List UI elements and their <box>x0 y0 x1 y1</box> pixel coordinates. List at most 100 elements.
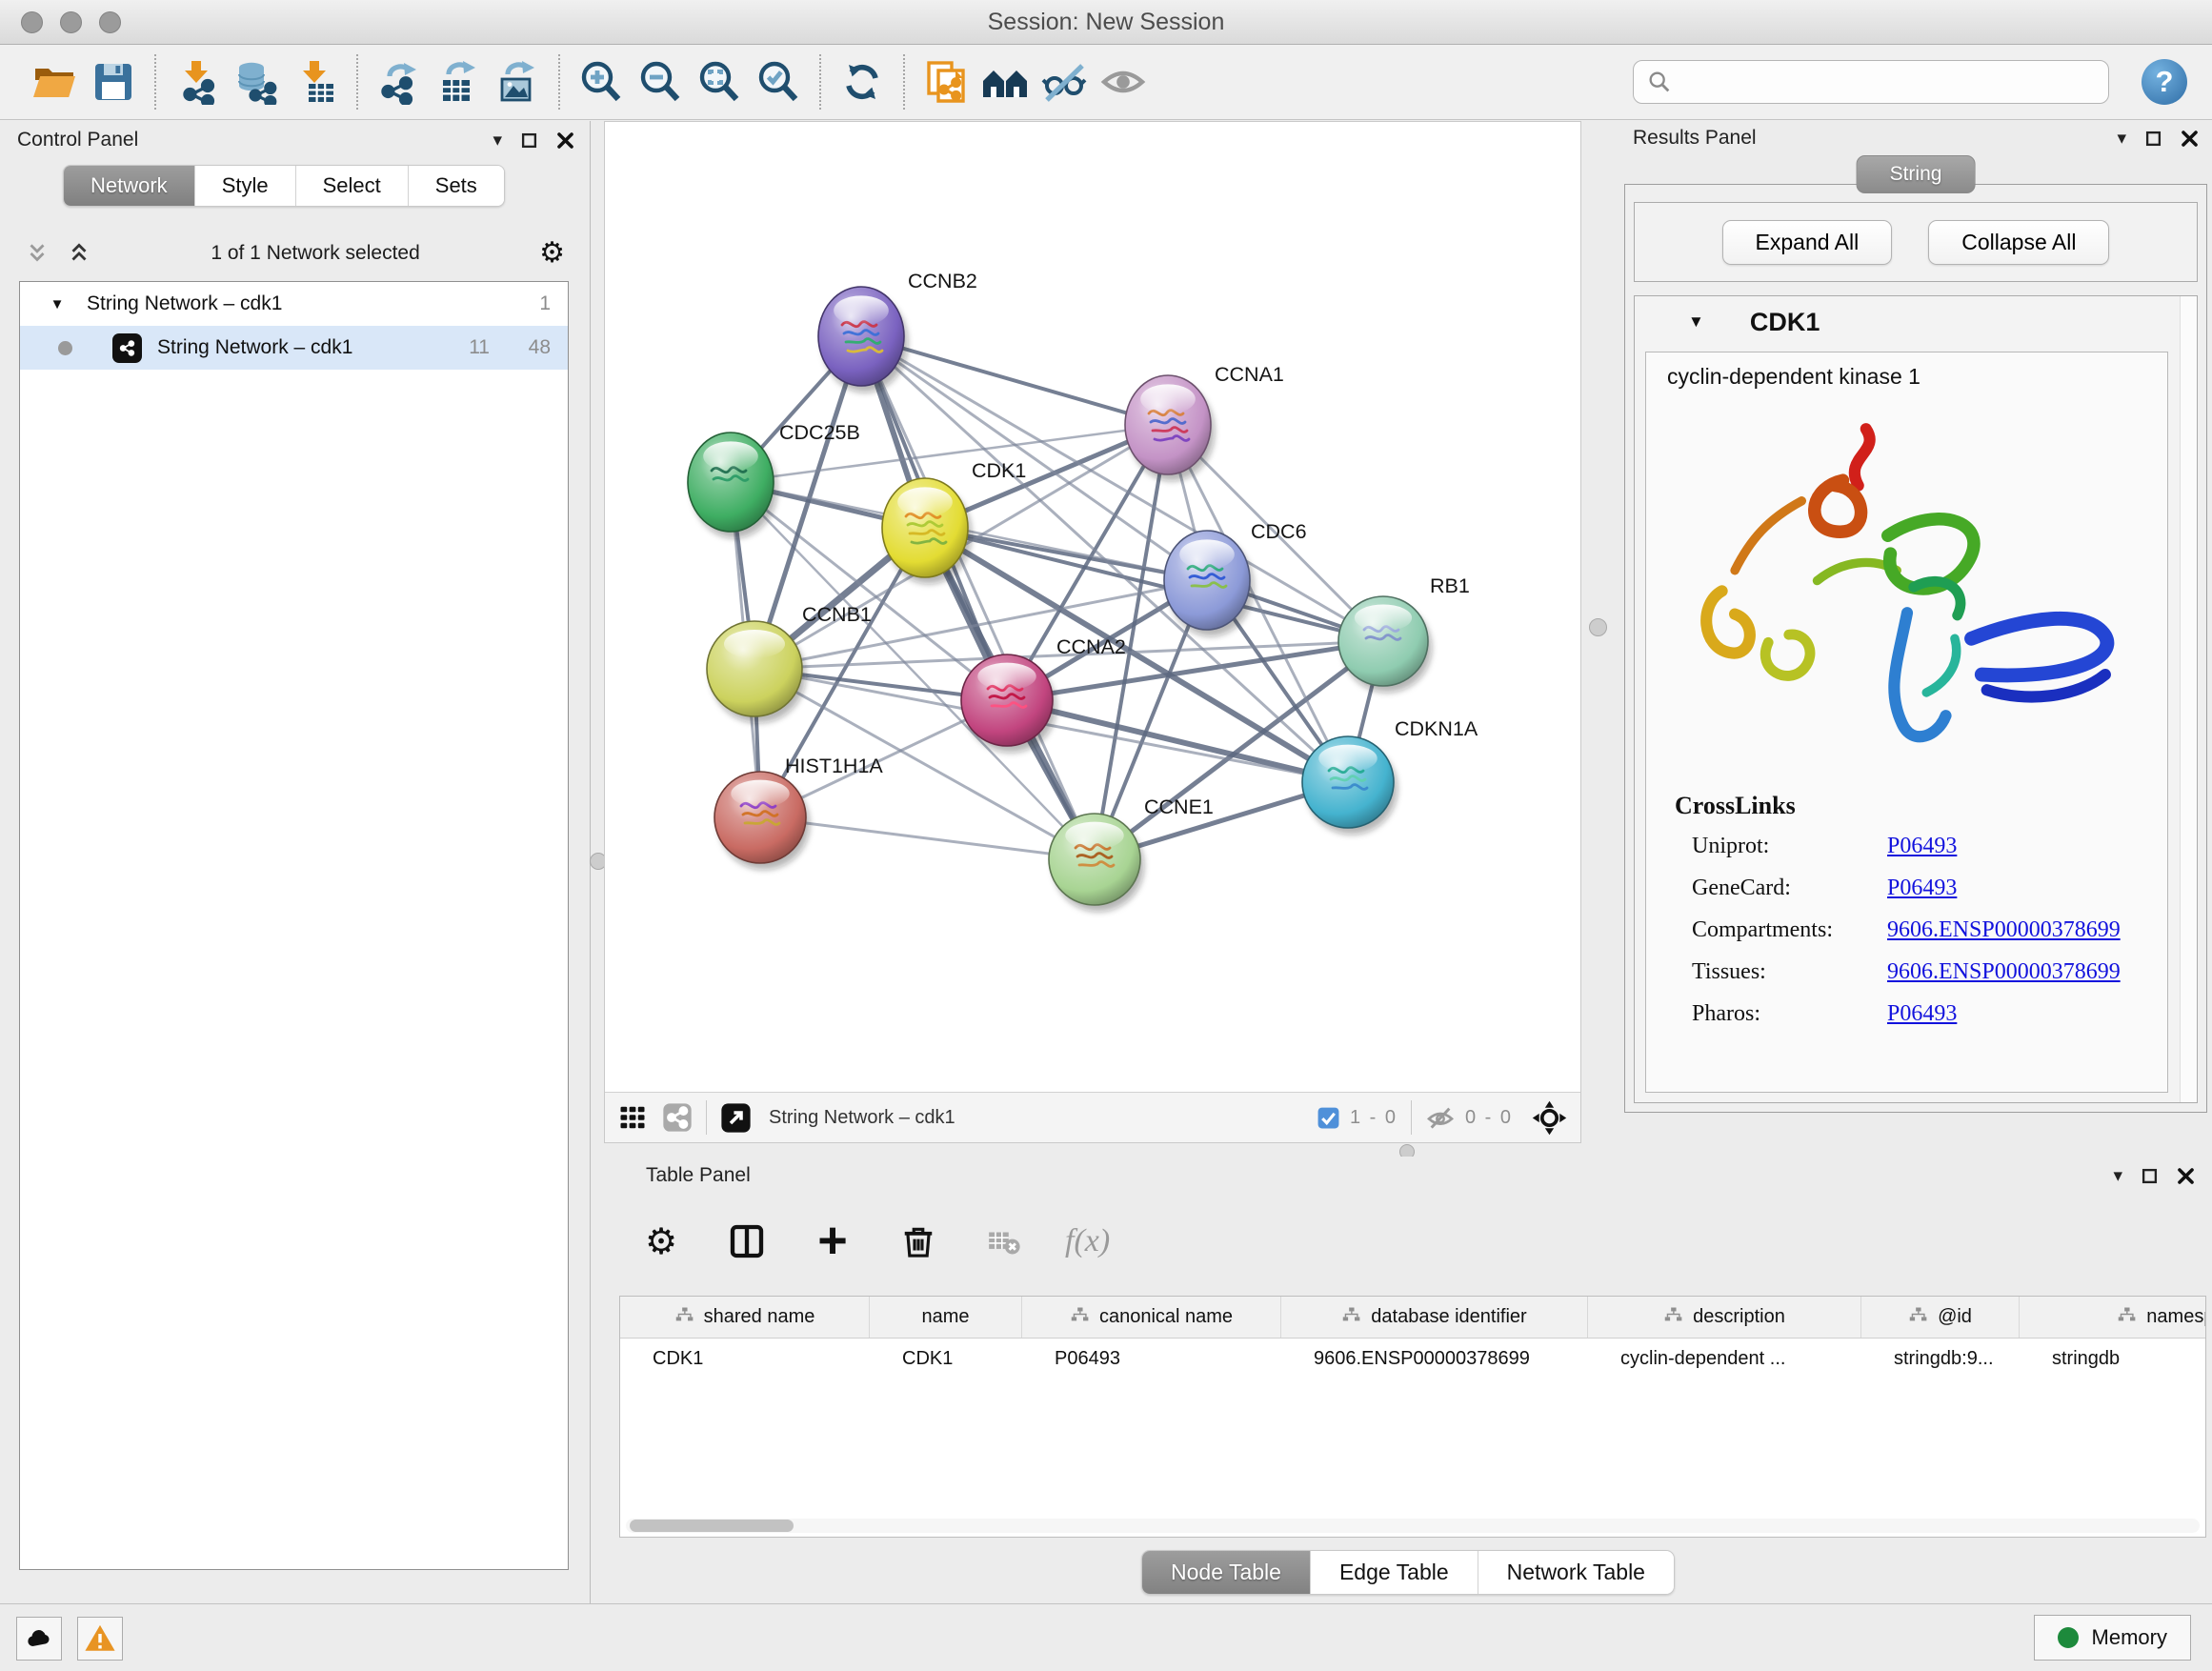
save-session-button[interactable] <box>84 52 143 111</box>
minimize-window-button[interactable] <box>60 11 82 33</box>
detach-view-icon[interactable] <box>720 1102 752 1134</box>
hidden-node-edge-count: 0 - 0 <box>1465 1107 1513 1129</box>
tab-network[interactable]: Network <box>64 166 195 206</box>
control-panel: Control Panel ▾ Network Style Select Set… <box>0 121 591 1604</box>
memory-ok-dot-icon <box>2058 1627 2079 1648</box>
panel-float-icon[interactable] <box>2142 1168 2158 1184</box>
crosslink-link[interactable]: 9606.ENSP00000378699 <box>1887 959 2167 985</box>
string-network-graph[interactable]: CCNB2CCNA1CDC25BCDK1CDC6RB1CCNB1CCNA2CDK… <box>605 122 1580 1093</box>
column-header-name[interactable]: name <box>870 1297 1022 1338</box>
collapse-all-chevrons-icon[interactable] <box>25 241 50 266</box>
zoom-in-button[interactable] <box>572 52 631 111</box>
tab-style[interactable]: Style <box>195 166 296 206</box>
table-row[interactable]: CDK1CDK1P064939606.ENSP00000378699cyclin… <box>620 1339 2205 1379</box>
show-columns-icon[interactable] <box>722 1217 772 1266</box>
network-row-selected[interactable]: String Network – cdk1 11 48 <box>20 326 568 370</box>
column-header-shared-name[interactable]: shared name <box>620 1297 870 1338</box>
tab-network-table[interactable]: Network Table <box>1478 1551 1674 1594</box>
string-documents-icon <box>923 59 969 105</box>
tree-expand-caret-icon[interactable]: ▼ <box>43 296 71 312</box>
table-settings-gear-icon[interactable]: ⚙ <box>636 1217 686 1266</box>
crosslink-link[interactable]: P06493 <box>1887 1001 2167 1027</box>
expand-all-chevrons-icon[interactable] <box>67 241 91 266</box>
hide-glasses-button[interactable] <box>1035 52 1094 111</box>
tab-edge-table[interactable]: Edge Table <box>1311 1551 1478 1594</box>
panel-close-icon[interactable] <box>2177 1167 2195 1185</box>
grid-view-icon[interactable] <box>618 1103 647 1132</box>
network-options-gear-icon[interactable]: ⚙ <box>539 239 565 268</box>
string-import-button[interactable] <box>916 52 975 111</box>
column-header-canonical-name[interactable]: canonical name <box>1022 1297 1281 1338</box>
node-table[interactable]: shared namenamecanonical namedatabase id… <box>619 1296 2206 1538</box>
tab-select[interactable]: Select <box>296 166 409 206</box>
zoom-selected-button[interactable] <box>749 52 808 111</box>
memory-button[interactable]: Memory <box>2034 1615 2191 1661</box>
close-window-button[interactable] <box>21 11 43 33</box>
export-image-button[interactable] <box>488 52 547 111</box>
string-home-button[interactable] <box>975 52 1035 111</box>
hidden-eye-slash-icon[interactable] <box>1425 1102 1456 1133</box>
crosslink-link[interactable]: P06493 <box>1887 834 2167 859</box>
crosslink-link[interactable]: P06493 <box>1887 876 2167 901</box>
table-cell[interactable]: CDK1 <box>870 1339 1022 1379</box>
svg-text:CDC6: CDC6 <box>1251 520 1307 543</box>
cloud-status-button[interactable] <box>16 1617 62 1661</box>
selected-checkbox-icon[interactable] <box>1317 1106 1340 1130</box>
network-canvas[interactable]: CCNB2CCNA1CDC25BCDK1CDC6RB1CCNB1CCNA2CDK… <box>604 121 1581 1143</box>
warnings-button[interactable] <box>77 1617 123 1661</box>
birdseye-crosshair-icon[interactable] <box>1532 1100 1567 1136</box>
zoom-fit-button[interactable] <box>690 52 749 111</box>
panel-collapse-icon[interactable]: ▾ <box>2113 1165 2122 1187</box>
open-session-button[interactable] <box>25 52 84 111</box>
table-cell[interactable]: CDK1 <box>620 1339 870 1379</box>
column-header-@id[interactable]: @id <box>1861 1297 2020 1338</box>
export-network-button[interactable] <box>370 52 429 111</box>
panel-close-icon[interactable] <box>2181 130 2199 148</box>
network-collection-row[interactable]: ▼ String Network – cdk1 1 <box>20 282 568 326</box>
panel-float-icon[interactable] <box>2145 131 2162 147</box>
table-header-row: shared namenamecanonical namedatabase id… <box>620 1297 2205 1339</box>
scrollbar-thumb[interactable] <box>630 1520 794 1532</box>
tab-node-table[interactable]: Node Table <box>1142 1551 1311 1594</box>
results-tab-string[interactable]: String <box>1857 155 1976 193</box>
table-cell[interactable]: stringdb <box>2020 1339 2206 1379</box>
section-collapse-caret-icon[interactable]: ▼ <box>1688 312 1704 332</box>
table-cell[interactable]: cyclin-dependent ... <box>1588 1339 1861 1379</box>
import-network-database-button[interactable] <box>227 52 286 111</box>
refresh-view-button[interactable] <box>833 52 892 111</box>
zoom-out-button[interactable] <box>631 52 690 111</box>
protein-section-header[interactable]: ▼ CDK1 <box>1635 296 2197 348</box>
zoom-window-button[interactable] <box>99 11 121 33</box>
import-network-file-button[interactable] <box>168 52 227 111</box>
import-table-file-button[interactable] <box>286 52 345 111</box>
results-scrollbar[interactable] <box>2180 296 2197 1102</box>
column-header-database-identifier[interactable]: database identifier <box>1281 1297 1588 1338</box>
protein-details-box: cyclin-dependent kinase 1 <box>1645 352 2168 1093</box>
crosslink-link[interactable]: 9606.ENSP00000378699 <box>1887 917 2167 943</box>
table-cell[interactable]: stringdb:9... <box>1861 1339 2020 1379</box>
svg-text:CDK1: CDK1 <box>972 459 1026 482</box>
collapse-all-button[interactable]: Collapse All <box>1928 220 2109 265</box>
show-eye-button[interactable] <box>1094 52 1153 111</box>
delete-column-trash-icon[interactable] <box>894 1217 943 1266</box>
network-edge-count: 48 <box>490 336 551 359</box>
panel-collapse-icon[interactable]: ▾ <box>2117 128 2126 150</box>
column-header-namespace[interactable]: namespace <box>2020 1297 2206 1338</box>
search-input[interactable] <box>1633 60 2109 104</box>
export-table-button[interactable] <box>429 52 488 111</box>
expand-all-button[interactable]: Expand All <box>1722 220 1893 265</box>
eye-icon <box>1100 59 1146 105</box>
column-header-description[interactable]: description <box>1588 1297 1861 1338</box>
table-cell[interactable]: 9606.ENSP00000378699 <box>1281 1339 1588 1379</box>
toolbar-separator <box>154 54 156 110</box>
tab-sets[interactable]: Sets <box>409 166 504 206</box>
panel-close-icon[interactable] <box>556 131 574 150</box>
panel-collapse-icon[interactable]: ▾ <box>493 130 502 151</box>
add-column-plus-icon[interactable]: + <box>808 1217 857 1266</box>
panel-float-icon[interactable] <box>521 132 537 149</box>
table-cell[interactable]: P06493 <box>1022 1339 1281 1379</box>
table-horizontal-scrollbar[interactable] <box>626 1519 2200 1533</box>
help-button[interactable]: ? <box>2142 59 2187 105</box>
right-splitter-handle[interactable] <box>1589 618 1607 636</box>
network-share-icon[interactable] <box>662 1102 693 1133</box>
